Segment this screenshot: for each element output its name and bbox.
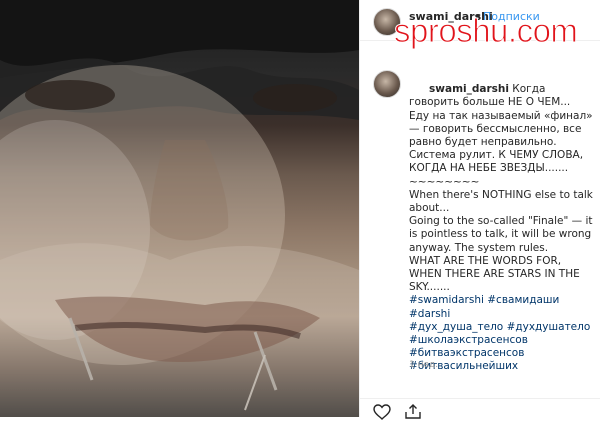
hashtag[interactable]: #школаэкстрасенсов (409, 334, 528, 346)
face-photo-illustration (0, 0, 359, 417)
hashtag[interactable]: #битваэкстрасенсов (409, 347, 524, 359)
share-icon[interactable] (404, 404, 422, 420)
heart-icon[interactable] (373, 404, 391, 420)
avatar[interactable] (373, 70, 401, 98)
hashtag[interactable]: #darshi (409, 308, 450, 320)
watermark-text: sproshu.com (393, 12, 578, 49)
post-time: 1 нед. (409, 360, 439, 370)
post-sidebar: swami_darshi • Подписки swami_darshi Ког… (359, 0, 600, 420)
hashtag[interactable]: #духдушатело (507, 321, 591, 333)
hashtag[interactable]: #дух_душа_тело (409, 321, 503, 333)
hashtag[interactable]: #swamidarshi (409, 294, 484, 306)
caption-text: swami_darshi Когда говорить больше НЕ О … (409, 70, 597, 387)
caption-body: Когда говорить больше НЕ О ЧЕМ... Еду на… (409, 83, 593, 294)
post-photo[interactable] (0, 0, 359, 417)
caption-username[interactable]: swami_darshi (429, 83, 509, 95)
hashtag[interactable]: #свамидаши (487, 294, 559, 306)
post-actions (360, 398, 600, 420)
